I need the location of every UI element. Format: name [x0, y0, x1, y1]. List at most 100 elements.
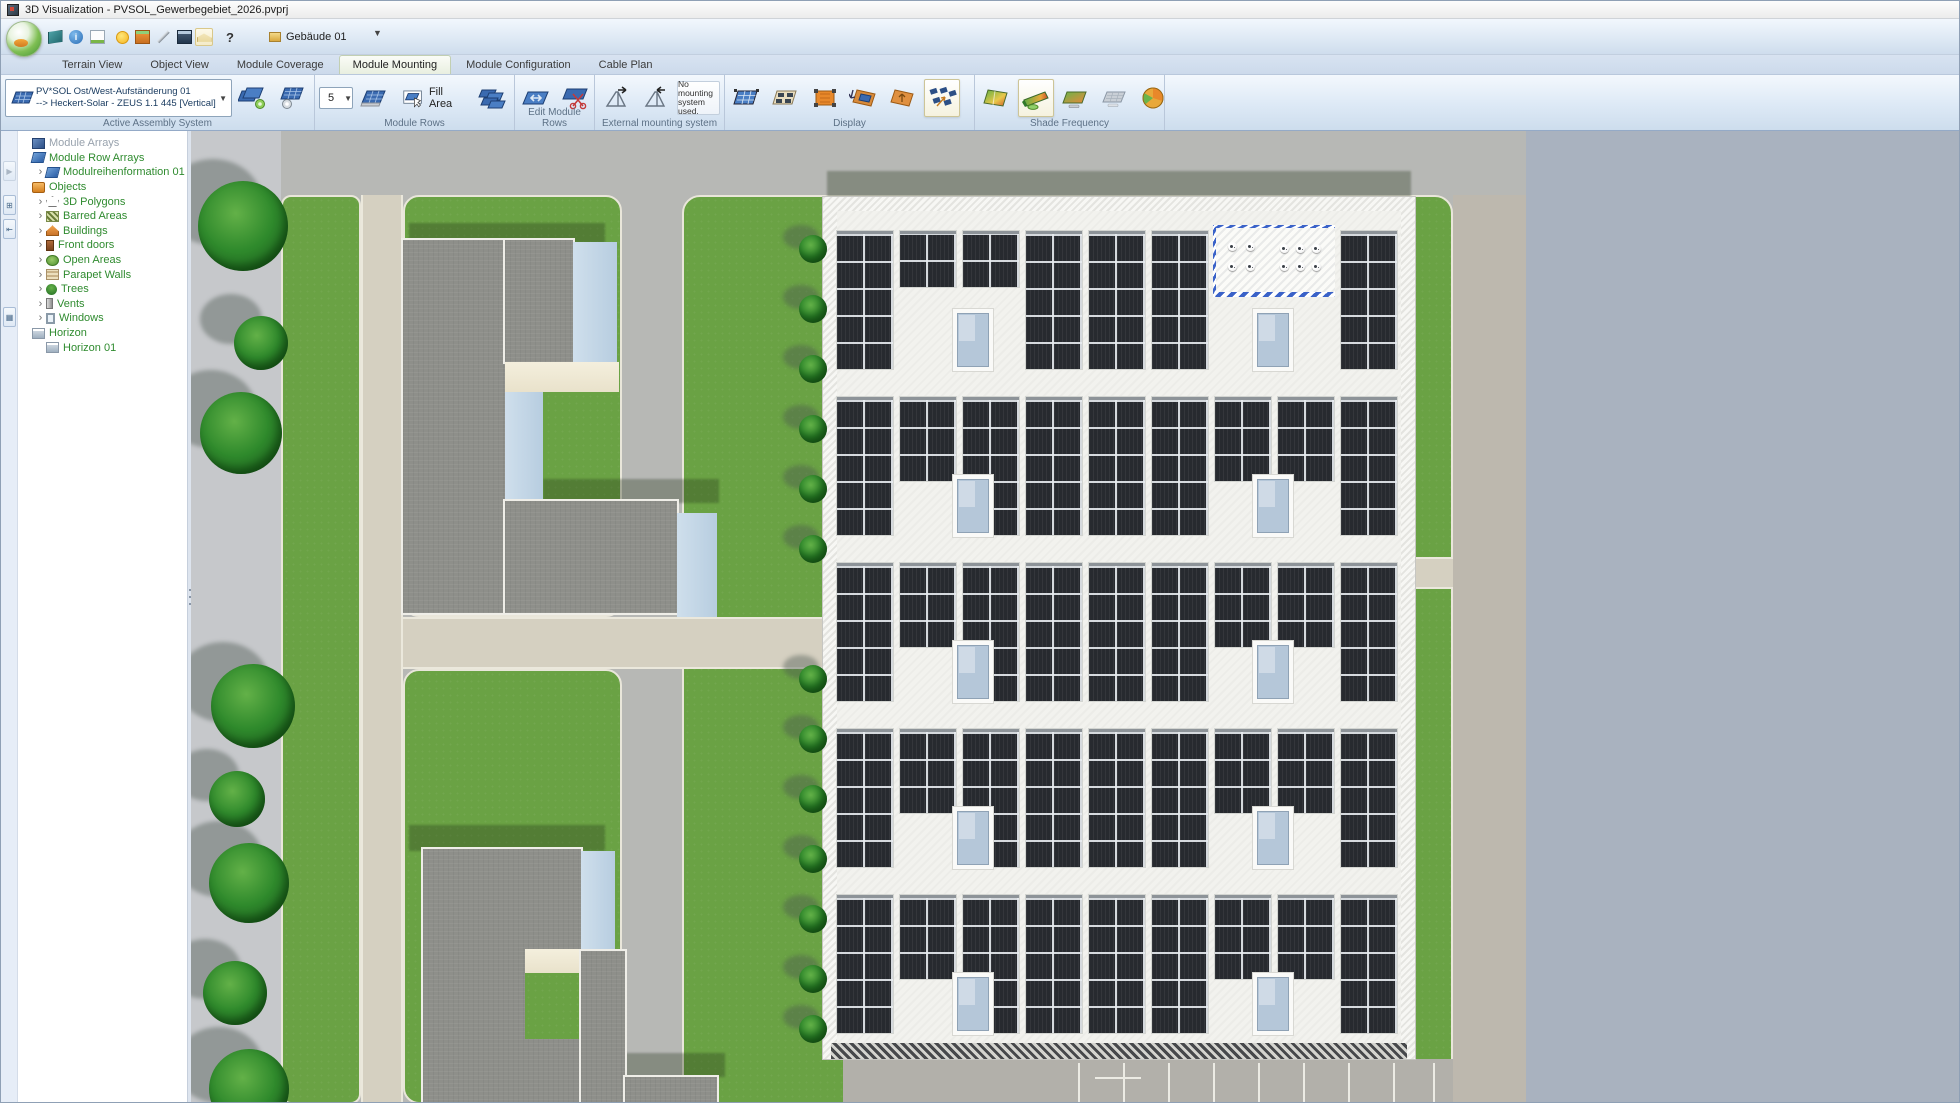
tree-object[interactable] — [799, 905, 827, 933]
expander-icon[interactable]: › — [35, 255, 46, 265]
module-row-group[interactable] — [1089, 563, 1145, 701]
help-button[interactable]: ? — [221, 28, 239, 46]
module-row-group[interactable] — [1152, 231, 1208, 369]
module-row-group[interactable] — [1278, 397, 1334, 481]
tree-item-open-areas[interactable]: ›Open Areas — [21, 253, 185, 268]
expander-icon[interactable]: › — [35, 240, 46, 250]
vent-object[interactable] — [1228, 242, 1237, 251]
module-row-group[interactable] — [963, 231, 1019, 287]
tree-object[interactable] — [799, 965, 827, 993]
play-icon[interactable]: ▶ — [3, 161, 16, 181]
vent-object[interactable] — [1246, 242, 1255, 251]
skylight-window[interactable] — [1253, 641, 1293, 703]
module-row-group[interactable] — [837, 231, 893, 369]
shade-frequency-on-button[interactable] — [1018, 79, 1054, 117]
tree-object[interactable] — [799, 725, 827, 753]
building-selector[interactable]: Gebäude 01 — [269, 26, 347, 48]
building-roof[interactable] — [403, 240, 505, 613]
table-back-icon[interactable]: ⇤ — [3, 219, 16, 239]
module-row-group[interactable] — [1089, 231, 1145, 369]
tree-item-modulreihenformation-01[interactable]: ›Modulreihenformation 01 — [21, 165, 185, 180]
module-row-group[interactable] — [900, 729, 956, 813]
module-row-group[interactable] — [837, 895, 893, 1033]
building-roof[interactable] — [505, 240, 573, 362]
tree-item-front-doors[interactable]: ›Front doors — [21, 238, 185, 253]
module-row-group[interactable] — [900, 563, 956, 647]
tree-object[interactable] — [799, 785, 827, 813]
tab-terrain-view[interactable]: Terrain View — [49, 56, 135, 74]
tree-item-barred-areas[interactable]: ›Barred Areas — [21, 209, 185, 224]
project-check-icon[interactable] — [88, 28, 106, 46]
tree-object[interactable] — [799, 535, 827, 563]
module-row-group[interactable] — [900, 231, 956, 287]
shade-panel-gradient-button[interactable] — [1057, 79, 1093, 117]
skylight-window[interactable] — [953, 641, 993, 703]
tree-item-trees[interactable]: ›Trees — [21, 282, 185, 297]
tree-object[interactable] — [799, 235, 827, 263]
module-row-group[interactable] — [1278, 729, 1334, 813]
tab-module-mounting[interactable]: Module Mounting — [339, 55, 451, 74]
tree-object[interactable] — [799, 355, 827, 383]
module-row-group[interactable] — [1278, 563, 1334, 647]
skylight-window[interactable] — [953, 309, 993, 371]
tree-object[interactable] — [203, 961, 267, 1025]
module-row-group[interactable] — [900, 397, 956, 481]
shade-roof-gradient-button[interactable] — [979, 79, 1015, 117]
tab-object-view[interactable]: Object View — [137, 56, 222, 74]
expander-icon[interactable]: › — [35, 299, 46, 309]
module-row-group[interactable] — [837, 397, 893, 535]
ground-view-icon[interactable] — [195, 28, 213, 46]
module-row-group[interactable] — [1152, 729, 1208, 867]
display-module-outline-button[interactable] — [729, 79, 765, 117]
skylight-window[interactable] — [1253, 309, 1293, 371]
module-row-group[interactable] — [1215, 563, 1271, 647]
new-module-row-button[interactable] — [356, 79, 392, 117]
tree-object[interactable] — [799, 845, 827, 873]
info-icon[interactable]: i — [67, 28, 85, 46]
tree-item-horizon-01[interactable]: Horizon 01 — [21, 340, 185, 355]
assembly-settings-button[interactable] — [274, 79, 310, 117]
module-row-group[interactable] — [1152, 563, 1208, 701]
module-row-group[interactable] — [1215, 397, 1271, 481]
vent-object[interactable] — [1296, 244, 1305, 253]
export-mounting-button[interactable] — [599, 79, 635, 117]
tree-object[interactable] — [234, 316, 288, 370]
vent-object[interactable] — [1296, 262, 1305, 271]
module-row-group[interactable] — [1278, 895, 1334, 979]
report-icon[interactable] — [46, 28, 64, 46]
module-row-group[interactable] — [1215, 729, 1271, 813]
module-texture-icon[interactable] — [133, 28, 151, 46]
tab-module-configuration[interactable]: Module Configuration — [453, 56, 584, 74]
shade-pie-button[interactable] — [1135, 79, 1171, 117]
module-row-group[interactable] — [1152, 895, 1208, 1033]
building-roof[interactable] — [581, 951, 625, 1103]
selected-barred-area[interactable] — [1213, 225, 1335, 297]
terrain-scene[interactable] — [191, 131, 1526, 1103]
vent-object[interactable] — [1280, 244, 1289, 253]
tree-object[interactable] — [209, 843, 289, 923]
tree-item-parapet-walls[interactable]: ›Parapet Walls — [21, 267, 185, 282]
expander-icon[interactable]: › — [35, 211, 46, 221]
tree-object[interactable] — [200, 392, 282, 474]
module-row-group[interactable] — [1026, 397, 1082, 535]
import-mounting-button[interactable] — [638, 79, 674, 117]
row-count-spinner[interactable]: 5 ▼ — [319, 87, 353, 109]
expander-icon[interactable]: › — [35, 284, 46, 294]
tree-item-horizon[interactable]: Horizon — [21, 326, 185, 341]
module-row-group[interactable] — [837, 563, 893, 701]
module-row-group[interactable] — [1026, 231, 1082, 369]
table-grid-icon[interactable]: ▦ — [3, 307, 16, 327]
pvsol-logo-icon[interactable] — [6, 21, 42, 57]
display-roof-modules-button[interactable] — [846, 79, 882, 117]
building-roof[interactable] — [505, 501, 677, 613]
tree-object[interactable] — [799, 1015, 827, 1043]
module-row-group[interactable] — [1089, 895, 1145, 1033]
module-row-group[interactable] — [1341, 729, 1397, 867]
sun-icon[interactable] — [113, 28, 131, 46]
module-row-group[interactable] — [1341, 231, 1397, 369]
expander-icon[interactable]: › — [35, 313, 46, 323]
module-row-group[interactable] — [1341, 397, 1397, 535]
assembly-system-dropdown[interactable]: PV*SOL Ost/West-Aufständerung 01 --> Hec… — [5, 79, 232, 117]
expander-icon[interactable]: › — [35, 197, 46, 207]
materials-box-icon[interactable] — [175, 28, 193, 46]
